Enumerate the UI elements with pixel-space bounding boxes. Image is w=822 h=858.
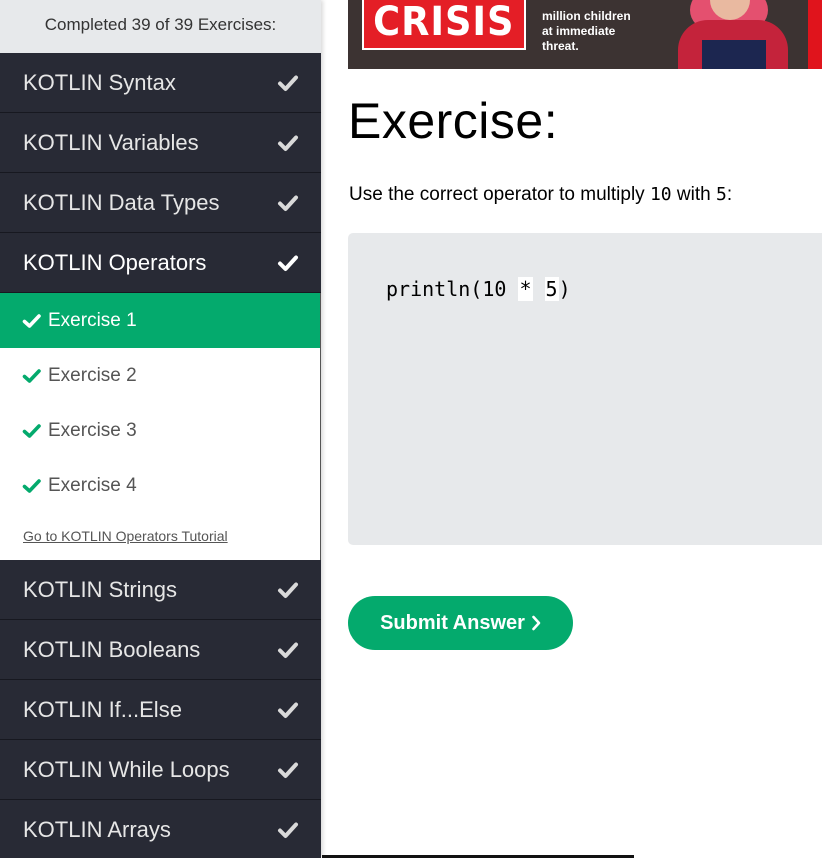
sidebar-section-kotlin-data-types[interactable]: KOTLIN Data Types [0,173,321,233]
sidebar-section-kotlin-booleans[interactable]: KOTLIN Booleans [0,620,321,680]
submit-label: Submit Answer [380,611,525,634]
exercise-sidebar: Completed 39 of 39 Exercises: KOTLIN Syn… [0,0,321,858]
section-label: KOTLIN Data Types [23,189,220,215]
exercise-label: Exercise 1 [48,309,137,331]
code-text: println(10 [386,277,519,301]
exercise-item-1[interactable]: Exercise 1 [0,293,320,348]
exercise-item-4[interactable]: Exercise 4 [0,458,320,513]
answer-input-operand[interactable]: 5 [544,277,559,301]
banner-edge [808,0,822,69]
banner-tagline-line: threat. [542,39,579,53]
section-label: KOTLIN Strings [23,576,178,602]
banner-partial-number [545,0,589,6]
tutorial-link[interactable]: Go to KOTLIN Operators Tutorial [23,528,228,544]
answer-input-operator[interactable]: * [518,277,533,301]
section-label: KOTLIN Variables [23,129,199,155]
section-label: KOTLIN Syntax [23,69,176,95]
checkmark-icon [277,134,299,152]
chevron-right-icon [531,615,541,631]
sidebar-section-kotlin-if-else[interactable]: KOTLIN If...Else [0,680,321,740]
sidebar-section-kotlin-arrays[interactable]: KOTLIN Arrays [0,800,321,858]
operators-exercise-list: Exercise 1 Exercise 2 Exercise 3 Exercis… [0,293,321,513]
banner-tagline: million children at immediate threat. [542,9,631,54]
checkmark-icon [277,821,299,839]
checkmark-icon [277,74,299,92]
section-label: KOTLIN Booleans [23,636,201,662]
exercise-label: Exercise 4 [48,474,137,496]
exercise-item-3[interactable]: Exercise 3 [0,403,320,458]
banner-headline: CRISIS [373,0,515,45]
instruction-text: Use the correct operator to multiply [349,184,650,205]
checkmark-icon [22,368,42,384]
section-label: KOTLIN While Loops [23,756,230,782]
section-label: KOTLIN If...Else [23,696,182,722]
sidebar-section-kotlin-strings[interactable]: KOTLIN Strings [0,560,321,620]
checkmark-icon [22,313,42,329]
progress-text: Completed 39 of 39 Exercises: [0,0,321,53]
exercise-label: Exercise 3 [48,419,137,441]
submit-answer-button[interactable]: Submit Answer [348,596,573,650]
exercise-label: Exercise 2 [48,364,137,386]
banner-headline-box: CRISIS [362,0,526,50]
checkmark-icon [277,194,299,212]
checkmark-icon [22,478,42,494]
checkmark-icon [277,761,299,779]
sidebar-section-kotlin-variables[interactable]: KOTLIN Variables [0,113,321,173]
instruction-code: 5 [716,184,727,205]
exercise-item-2[interactable]: Exercise 2 [0,348,320,403]
instruction-text: : [726,184,733,205]
instruction-code: 10 [649,184,672,205]
section-label: KOTLIN Arrays [23,816,171,842]
sidebar-section-kotlin-syntax[interactable]: KOTLIN Syntax [0,53,321,113]
instruction-text: with [671,184,717,205]
code-text: ) [558,277,571,301]
checkmark-icon [22,423,42,439]
checkmark-icon [277,254,299,272]
section-label: KOTLIN Operators [23,249,207,275]
exercise-instruction: Use the correct operator to multiply 10 … [349,184,732,206]
banner-tagline-line: million children [542,9,631,23]
page-title: Exercise: [348,93,559,149]
checkmark-icon [277,701,299,719]
sidebar-section-kotlin-while-loops[interactable]: KOTLIN While Loops [0,740,321,800]
checkmark-icon [277,581,299,599]
banner-child-image [678,0,798,69]
sidebar-section-kotlin-operators[interactable]: KOTLIN Operators [0,233,321,293]
checkmark-icon [277,641,299,659]
banner-tagline-line: at immediate [542,24,616,38]
code-line: println(10 * 5) [386,277,571,301]
code-editor: println(10 * 5) [348,233,822,545]
ad-banner[interactable]: CRISIS million children at immediate thr… [348,0,822,69]
tutorial-link-row: Go to KOTLIN Operators Tutorial [0,513,321,560]
